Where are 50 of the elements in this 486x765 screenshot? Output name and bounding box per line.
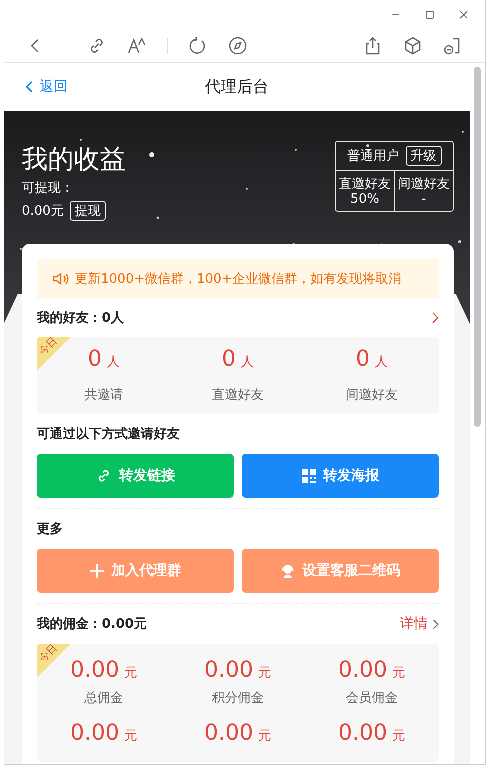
scrollbar-thumb[interactable] — [474, 67, 481, 427]
commission-amount: 0.00 元 — [70, 657, 138, 685]
friend-count: 0 人 — [356, 346, 388, 374]
details-link[interactable]: 详情 — [400, 615, 439, 633]
action-button[interactable]: 转发链接 — [37, 454, 234, 498]
page-title: 代理后台 — [205, 76, 269, 98]
commission-title: 我的佣金：0.00元 — [37, 616, 148, 633]
action-button[interactable]: 设置客服二维码 — [242, 549, 439, 593]
membership-level: 普通用户 — [348, 148, 400, 165]
withdraw-button[interactable]: 提现 — [70, 201, 106, 221]
stat-label: 间邀好友 — [346, 387, 398, 405]
stat-label: 总佣金 — [84, 690, 124, 708]
speaker-icon — [53, 272, 69, 286]
stat-label: 共邀请 — [84, 387, 124, 405]
upgrade-button[interactable]: 升级 — [406, 146, 442, 166]
stat-label: 直邀好友 — [212, 387, 264, 405]
commission-amount: 0.00 元 — [338, 657, 406, 685]
notice-text: 更新1000+微信群，100+企业微信群，如有发现将取消 — [75, 271, 402, 288]
commission-amount: 0.00 元 — [338, 720, 406, 748]
back-button[interactable]: 返回 — [4, 77, 74, 97]
earnings-title: 我的收益 — [22, 144, 126, 177]
headset-icon — [280, 564, 294, 578]
chevron-right-icon[interactable] — [431, 312, 439, 324]
friend-count: 0 人 — [222, 346, 254, 374]
cube-icon[interactable] — [403, 36, 423, 56]
commission-rate: 间邀好友 - — [394, 171, 453, 211]
qr-code-icon — [302, 469, 316, 483]
more-title: 更多 — [37, 521, 63, 538]
action-button[interactable]: 加入代理群 — [37, 549, 234, 593]
friends-title: 我的好友：0人 — [37, 310, 124, 327]
refresh-icon[interactable] — [188, 36, 208, 56]
chevron-right-icon — [432, 618, 439, 630]
action-button[interactable]: 转发海报 — [242, 454, 439, 498]
commission-amount: 0.00 元 — [204, 720, 272, 748]
withdrawable-label: 可提现： — [22, 180, 75, 197]
plus-icon — [90, 564, 104, 578]
commission-amount: 0.00 元 — [204, 657, 272, 685]
stat-label: 会员佣金 — [346, 690, 398, 708]
text-size-icon[interactable] — [127, 36, 147, 56]
commission-amount: 0.00 元 — [70, 720, 138, 748]
stat-label: 积分佣金 — [212, 690, 264, 708]
chevron-left-icon — [24, 80, 34, 94]
today-ribbon: 今日 — [37, 337, 71, 371]
compass-icon[interactable] — [228, 36, 248, 56]
balance-amount: 0.00元 — [22, 203, 64, 220]
friend-count: 0 人 — [88, 346, 120, 374]
invite-title: 可通过以下方式邀请好友 — [37, 426, 180, 443]
commission-rate: 直邀好友 50% — [338, 176, 392, 209]
today-ribbon: 今日 — [37, 644, 71, 678]
maximize-icon[interactable] — [423, 8, 437, 22]
